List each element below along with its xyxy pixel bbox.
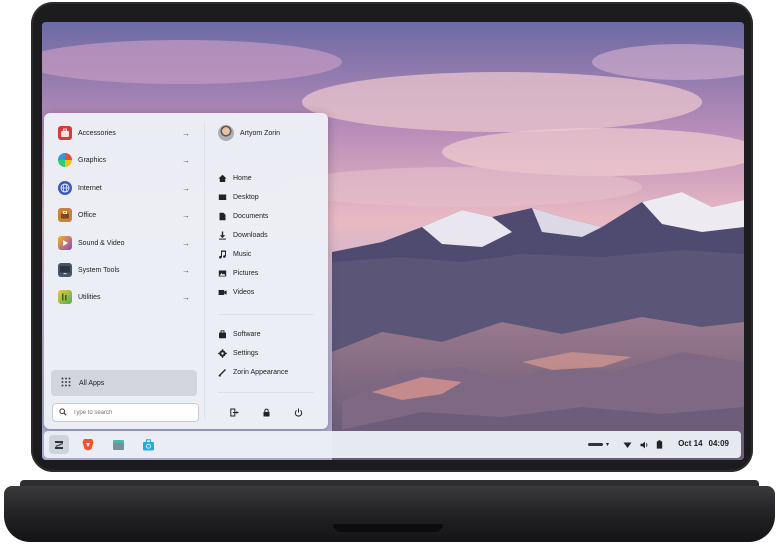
system-settings[interactable]: Settings bbox=[218, 346, 258, 360]
place-music[interactable]: Music bbox=[218, 247, 251, 261]
laptop-notch bbox=[333, 524, 443, 532]
category-label: Accessories bbox=[78, 129, 116, 137]
document-icon bbox=[218, 212, 227, 221]
desktop-screen: Accessories → Graphics → Internet → Offi… bbox=[42, 22, 744, 460]
arrow-right-icon: → bbox=[182, 183, 190, 193]
system-label: Zorin Appearance bbox=[233, 368, 289, 376]
category-label: Sound & Video bbox=[78, 239, 125, 247]
clock-date: Oct 14 bbox=[678, 439, 703, 448]
category-sound-video[interactable]: Sound & Video → bbox=[58, 234, 198, 252]
taskbar: ▾ Oct 14 04:09 bbox=[44, 431, 741, 458]
arrow-right-icon: → bbox=[182, 210, 190, 220]
menu-separator bbox=[218, 392, 314, 393]
search-input[interactable] bbox=[73, 409, 183, 416]
place-label: Desktop bbox=[233, 193, 259, 201]
graphics-icon bbox=[58, 153, 72, 167]
software-icon bbox=[218, 329, 227, 339]
zorin-menu-icon[interactable] bbox=[49, 435, 69, 454]
search-icon bbox=[59, 407, 67, 418]
home-icon bbox=[218, 174, 227, 183]
place-label: Videos bbox=[233, 288, 255, 296]
download-icon bbox=[218, 231, 227, 240]
grid-icon bbox=[61, 377, 71, 389]
search-box[interactable] bbox=[52, 403, 199, 422]
arrow-right-icon: → bbox=[182, 238, 190, 248]
category-label: Office bbox=[78, 211, 97, 219]
place-documents[interactable]: Documents bbox=[218, 209, 268, 223]
category-system-tools[interactable]: System Tools → bbox=[58, 261, 198, 279]
place-home[interactable]: Home bbox=[218, 171, 252, 185]
picture-icon bbox=[218, 269, 227, 278]
system-zorin-appearance[interactable]: Zorin Appearance bbox=[218, 365, 288, 379]
log-out-icon[interactable] bbox=[228, 406, 240, 418]
place-desktop[interactable]: Desktop bbox=[218, 190, 259, 204]
user-name: Artyom Zorin bbox=[240, 129, 281, 137]
category-list: Accessories → Graphics → Internet → Offi… bbox=[44, 113, 204, 429]
places-panel: Artyom Zorin Home Desktop Documents Down… bbox=[204, 113, 328, 429]
battery-icon[interactable] bbox=[656, 431, 663, 458]
place-pictures[interactable]: Pictures bbox=[218, 266, 258, 280]
power-icon[interactable] bbox=[292, 406, 304, 418]
category-label: Internet bbox=[78, 184, 102, 192]
category-internet[interactable]: Internet → bbox=[58, 179, 198, 197]
monitor-icon bbox=[58, 263, 72, 277]
place-label: Pictures bbox=[233, 269, 259, 277]
laptop-base bbox=[4, 486, 775, 542]
all-apps-label: All Apps bbox=[79, 379, 105, 387]
system-software[interactable]: Software bbox=[218, 327, 261, 341]
globe-icon bbox=[58, 181, 72, 195]
place-label: Documents bbox=[233, 212, 269, 220]
video-icon bbox=[218, 288, 227, 297]
system-label: Software bbox=[233, 330, 261, 338]
workspace-indicator[interactable]: ▾ bbox=[588, 431, 609, 458]
arrow-right-icon: → bbox=[182, 292, 190, 302]
arrow-right-icon: → bbox=[182, 128, 190, 138]
start-menu: Accessories → Graphics → Internet → Offi… bbox=[44, 113, 328, 429]
utilities-icon bbox=[58, 290, 72, 304]
avatar bbox=[218, 125, 234, 141]
settings-icon bbox=[218, 348, 227, 358]
desktop-icon bbox=[218, 193, 227, 202]
system-label: Settings bbox=[233, 349, 259, 357]
arrow-right-icon: → bbox=[182, 265, 190, 275]
clock[interactable]: Oct 14 04:09 bbox=[678, 439, 729, 448]
category-utilities[interactable]: Utilities → bbox=[58, 288, 198, 306]
place-label: Music bbox=[233, 250, 252, 258]
network-icon[interactable] bbox=[623, 431, 632, 458]
media-icon bbox=[58, 236, 72, 250]
volume-icon[interactable] bbox=[640, 431, 649, 458]
place-videos[interactable]: Videos bbox=[218, 285, 254, 299]
all-apps-button[interactable]: All Apps bbox=[51, 370, 197, 396]
files-icon[interactable] bbox=[108, 435, 128, 454]
menu-separator bbox=[218, 314, 314, 315]
user-account[interactable]: Artyom Zorin bbox=[218, 125, 280, 141]
music-icon bbox=[218, 250, 227, 259]
arrow-right-icon: → bbox=[182, 155, 190, 165]
software-store-icon[interactable] bbox=[138, 435, 158, 454]
toolbox-icon bbox=[58, 126, 72, 140]
briefcase-icon bbox=[58, 208, 72, 222]
brave-browser-icon[interactable] bbox=[78, 435, 98, 454]
place-label: Downloads bbox=[233, 231, 268, 239]
clock-time: 04:09 bbox=[708, 439, 729, 448]
category-graphics[interactable]: Graphics → bbox=[58, 151, 198, 169]
category-label: System Tools bbox=[78, 266, 120, 274]
place-downloads[interactable]: Downloads bbox=[218, 228, 268, 242]
lock-icon[interactable] bbox=[260, 406, 272, 418]
category-label: Utilities bbox=[78, 293, 101, 301]
category-accessories[interactable]: Accessories → bbox=[58, 124, 198, 142]
category-label: Graphics bbox=[78, 156, 107, 164]
appearance-icon bbox=[218, 368, 227, 377]
place-label: Home bbox=[233, 174, 252, 182]
category-office[interactable]: Office → bbox=[58, 206, 198, 224]
